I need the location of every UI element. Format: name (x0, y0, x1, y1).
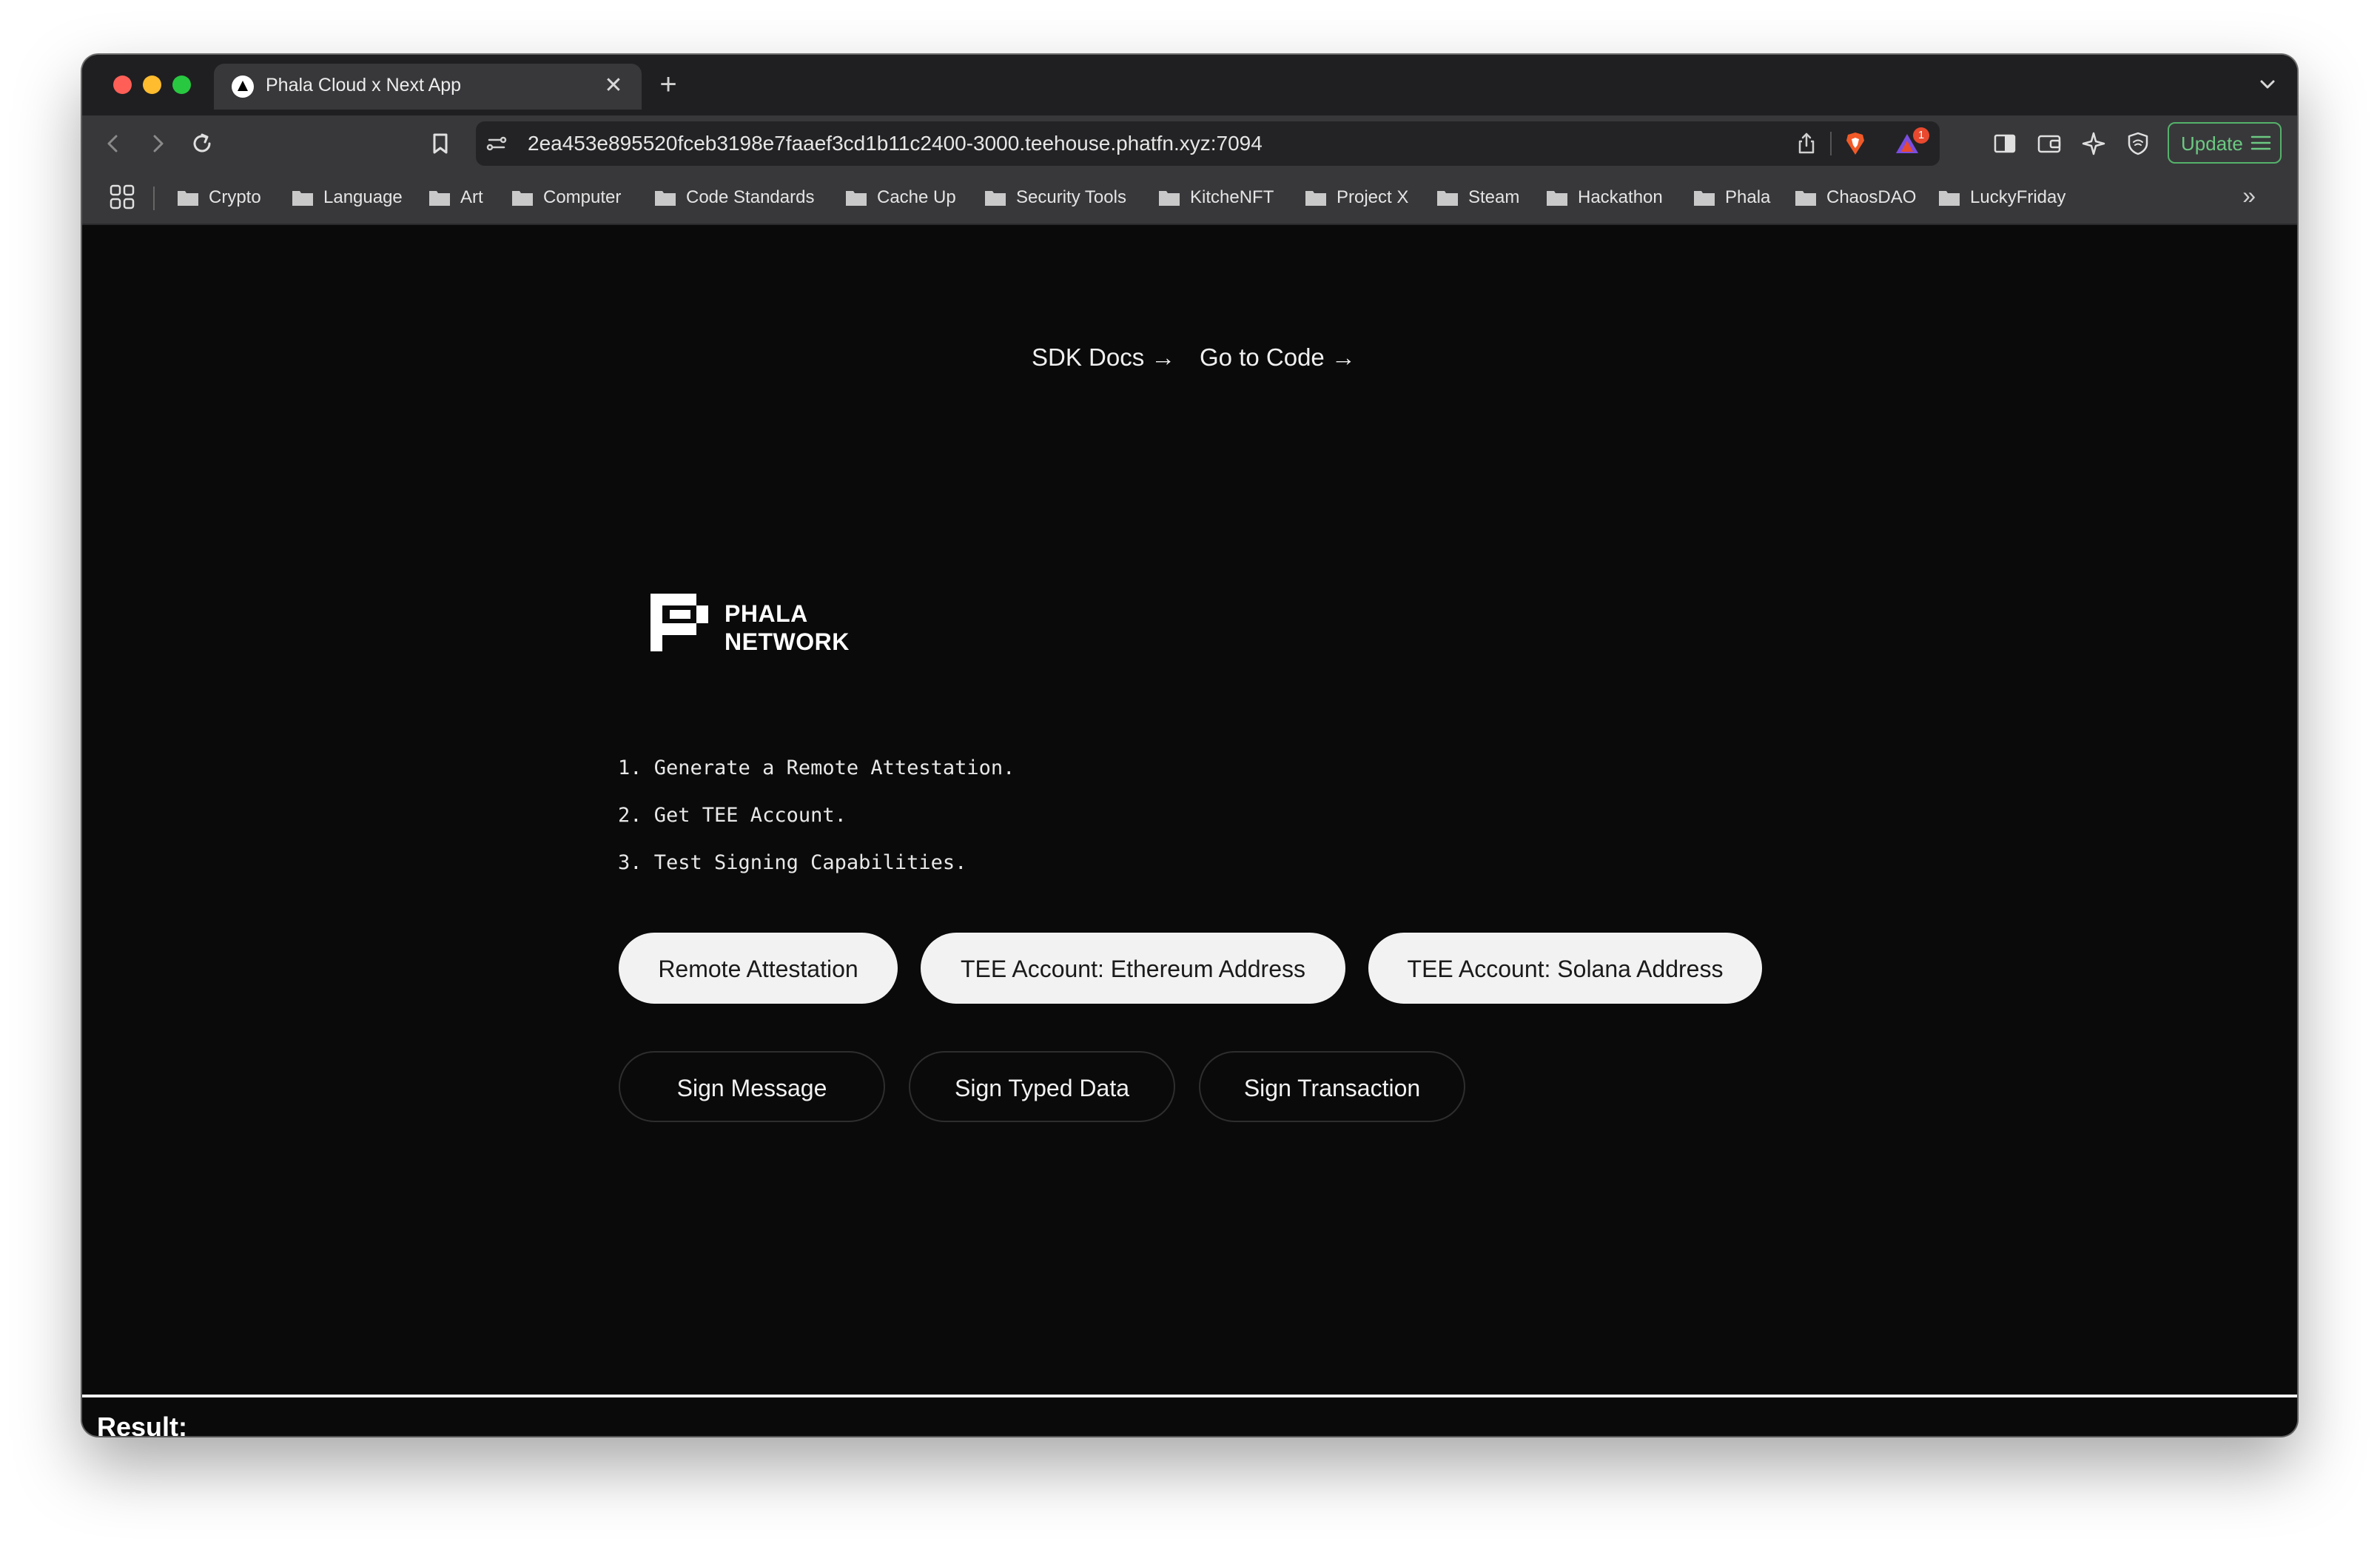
tab-title: Phala Cloud x Next App (266, 75, 462, 95)
sdk-docs-link[interactable]: SDK Docs → (1032, 343, 1175, 372)
folder-icon (846, 191, 867, 206)
folder-icon (512, 191, 533, 206)
step-item: 3. Test Signing Capabilities. (618, 851, 967, 874)
folder-icon (292, 191, 313, 206)
result-divider (82, 1395, 2297, 1397)
browser-window: Phala Cloud x Next App ✕ + 2ea453e895520… (82, 55, 2297, 1436)
folder-icon (1694, 191, 1715, 206)
tee-ethereum-address-button[interactable]: TEE Account: Ethereum Address (921, 933, 1345, 1004)
vpn-icon[interactable] (2122, 127, 2154, 160)
omnibox-divider (1830, 132, 1832, 155)
update-button[interactable]: Update (2168, 122, 2282, 164)
site-settings-icon[interactable] (483, 130, 510, 157)
sign-message-button[interactable]: Sign Message (619, 1051, 885, 1122)
folder-icon (429, 191, 450, 206)
tab-close-icon[interactable]: ✕ (600, 73, 627, 99)
tab-active[interactable]: Phala Cloud x Next App ✕ (214, 64, 642, 110)
folder-icon (985, 191, 1006, 206)
brave-shields-icon[interactable] (1842, 130, 1869, 157)
go-to-code-link[interactable]: Go to Code → (1200, 343, 1356, 372)
folder-icon (1547, 191, 1567, 206)
minimize-window-button[interactable] (143, 75, 161, 94)
triangle-logo-icon (232, 75, 254, 98)
address-bar[interactable]: 2ea453e895520fceb3198e7faaef3cd1b11c2400… (476, 121, 1940, 166)
leo-ai-icon[interactable] (2077, 127, 2110, 160)
folder-icon (1159, 191, 1180, 206)
folder-icon (655, 191, 676, 206)
folder-icon (1305, 191, 1326, 206)
sidebar-icon[interactable] (1989, 127, 2021, 160)
share-icon[interactable] (1793, 130, 1820, 157)
menu-icon (2250, 134, 2271, 152)
maximize-window-button[interactable] (172, 75, 191, 94)
bookmarks-bar: Crypto Language Art Computer Code Standa… (82, 172, 2297, 225)
steps-list: 1. Generate a Remote Attestation. 2. Get… (618, 756, 1015, 899)
apps-grid-icon[interactable] (107, 182, 137, 212)
bookmark-icon[interactable] (423, 126, 458, 161)
result-label: Result: (97, 1412, 188, 1436)
sign-typed-data-button[interactable]: Sign Typed Data (909, 1051, 1175, 1122)
browser-toolbar: 2ea453e895520fceb3198e7faaef3cd1b11c2400… (82, 115, 2297, 172)
sign-transaction-button[interactable]: Sign Transaction (1199, 1051, 1465, 1122)
update-label: Update (2181, 132, 2243, 155)
notification-badge: 1 (1913, 127, 1929, 144)
remote-attestation-button[interactable]: Remote Attestation (619, 933, 898, 1004)
back-icon[interactable] (95, 126, 131, 161)
folder-icon (1939, 191, 1960, 206)
url-text[interactable]: 2ea453e895520fceb3198e7faaef3cd1b11c2400… (528, 132, 1263, 155)
phala-network-logo: PHALA NETWORK (651, 594, 873, 655)
bookmarks-divider (153, 187, 155, 210)
folder-icon (178, 191, 198, 206)
close-window-button[interactable] (113, 75, 132, 94)
page-content: SDK Docs → Go to Code → PHALA NETWORK 1.… (82, 225, 2297, 1436)
folder-icon (1795, 191, 1816, 206)
reload-icon[interactable] (184, 126, 220, 161)
new-tab-button[interactable]: + (652, 68, 685, 101)
step-item: 2. Get TEE Account. (618, 804, 847, 827)
chevron-down-icon[interactable] (2254, 71, 2281, 98)
tab-strip: Phala Cloud x Next App ✕ + (82, 55, 2297, 115)
phala-logo-icon (651, 594, 708, 651)
folder-icon (1437, 191, 1458, 206)
step-item: 1. Generate a Remote Attestation. (618, 756, 1015, 779)
brave-rewards-icon[interactable]: 1 (1894, 127, 1929, 157)
bookmarks-overflow-icon[interactable]: » (2242, 182, 2256, 209)
forward-icon[interactable] (140, 126, 175, 161)
logo-wordmark: PHALA NETWORK (725, 600, 850, 655)
wallet-icon[interactable] (2033, 127, 2065, 160)
tee-solana-address-button[interactable]: TEE Account: Solana Address (1368, 933, 1762, 1004)
